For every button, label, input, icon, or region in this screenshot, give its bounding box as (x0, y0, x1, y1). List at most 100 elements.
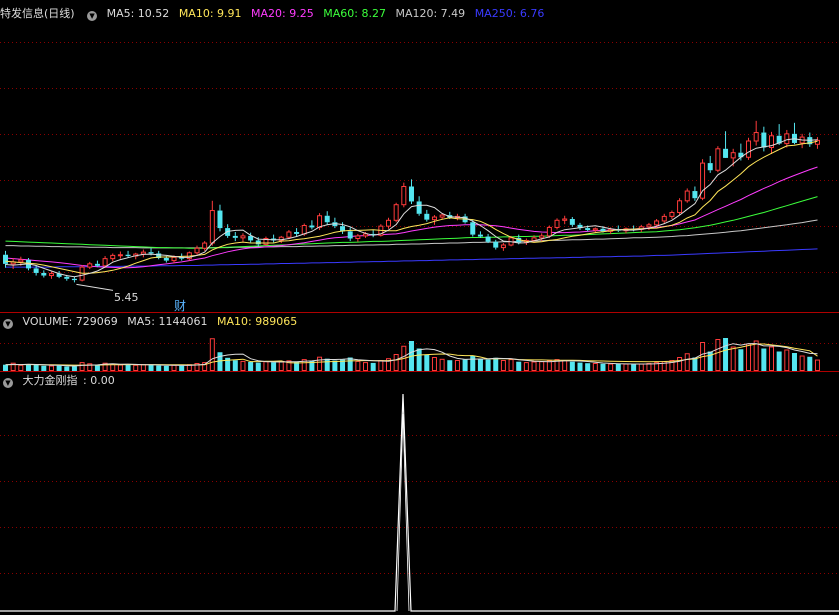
volume-bar (278, 361, 284, 371)
candle (600, 228, 606, 232)
candle (401, 186, 407, 206)
volume-bar (776, 351, 782, 371)
indicator-name: 大力金刚指 (22, 374, 78, 387)
volume-bar (271, 362, 277, 371)
ma60-line (5, 196, 818, 249)
chevron-down-icon[interactable]: ▼ (87, 11, 98, 21)
volume-bar (730, 346, 736, 371)
volume-bar (585, 363, 591, 371)
volume-bar (41, 365, 47, 371)
volume-bar (317, 356, 323, 372)
candle (477, 234, 483, 237)
volume-bar (3, 364, 8, 371)
candle (209, 210, 215, 244)
volume-bar (25, 364, 31, 371)
candle (753, 132, 759, 142)
price-panel-header: 特发信息(日线) ▼ MA5: 10.52 MA10: 9.91 MA20: 9… (0, 6, 550, 22)
candle (562, 218, 568, 221)
volume-bar (608, 363, 614, 372)
volume-bar (363, 362, 369, 372)
candle (324, 215, 330, 223)
candle (784, 133, 790, 145)
candle (585, 228, 591, 231)
candle (386, 219, 391, 227)
candle (240, 235, 246, 239)
volume-bar (600, 363, 606, 371)
volume-bar (485, 359, 491, 371)
low-price-label: 5.45 (114, 291, 139, 304)
volume-bar (500, 360, 506, 371)
volume-bar (569, 361, 575, 371)
finance-marker[interactable]: 财 (174, 297, 186, 314)
volume-ma5-label: MA5: 1144061 (127, 315, 208, 328)
volume-bar (171, 364, 177, 371)
candle (730, 152, 736, 159)
volume-bar (148, 365, 154, 371)
volume-bar (64, 366, 70, 371)
candle (163, 258, 169, 261)
volume-bar (18, 364, 24, 371)
volume-bar (378, 360, 384, 371)
volume-bar (324, 358, 330, 371)
volume-ma10-label: MA10: 989065 (216, 315, 298, 328)
candle (110, 254, 116, 260)
volume-bar (814, 359, 820, 371)
ma10-line (5, 140, 818, 274)
volume-bar (493, 357, 499, 371)
volume-bar (263, 361, 269, 372)
candle (125, 254, 131, 257)
candle (416, 201, 422, 214)
volume-bar (370, 362, 376, 371)
candle (485, 236, 491, 242)
volume-bar (715, 339, 721, 371)
volume-bar (531, 361, 537, 371)
volume-bar (508, 359, 514, 372)
candle (493, 241, 499, 248)
volume-bar (209, 338, 215, 371)
volume-panel-header: ▼ VOLUME: 729069 MA5: 1144061 MA10: 9890… (0, 314, 303, 330)
volume-bar (133, 364, 139, 371)
candle (294, 232, 300, 234)
volume-bar (156, 365, 162, 371)
volume-bar (56, 365, 62, 371)
volume-bar (477, 358, 483, 371)
chart-canvas[interactable] (0, 0, 839, 615)
ma10-label: MA10: 9.91 (178, 7, 242, 20)
candle (309, 225, 315, 228)
candle (439, 214, 445, 218)
candle (569, 219, 575, 225)
candle (48, 273, 54, 277)
indicator-panel-header: ▼ 大力金刚指 : 0.00 (0, 373, 121, 389)
candle (646, 224, 652, 228)
candle (393, 204, 399, 221)
candle (33, 268, 39, 273)
volume-bar (454, 360, 460, 371)
candle (171, 256, 177, 262)
volume-bar (615, 363, 621, 371)
volume-bar (33, 365, 39, 371)
ma250-label: MA250: 6.76 (474, 7, 545, 20)
volume-bar (592, 363, 598, 371)
volume-bar (248, 362, 254, 371)
volume-bar (470, 356, 476, 371)
volume-bar (791, 353, 797, 371)
volume-bar (439, 358, 445, 371)
candle (431, 216, 437, 221)
volume-bar (799, 355, 805, 371)
volume-bar (140, 364, 146, 371)
candle (286, 231, 292, 238)
volume-bar (646, 363, 652, 371)
stock-title: 特发信息(日线) (0, 7, 75, 20)
low-price-pointer (76, 283, 114, 291)
candle (424, 213, 430, 220)
candle (408, 186, 414, 202)
chevron-down-icon[interactable]: ▼ (3, 378, 13, 388)
volume-bar (577, 362, 583, 371)
candle (684, 190, 690, 202)
chevron-down-icon[interactable]: ▼ (3, 319, 13, 329)
candle (692, 191, 698, 199)
candle (232, 235, 238, 238)
candle (140, 251, 146, 255)
candle (71, 278, 77, 281)
volume-bar (393, 354, 399, 371)
